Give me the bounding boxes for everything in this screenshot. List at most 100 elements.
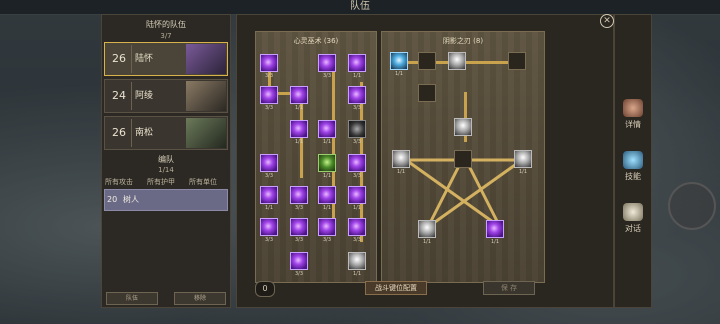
member-card-2[interactable]: 24 阿绫 [104,79,228,113]
skill-slot[interactable] [348,252,366,270]
member-name: 陆怀 [135,54,154,64]
team-title: 编队 [158,155,174,164]
skill-slot[interactable] [390,52,408,70]
skill-slot[interactable] [260,54,278,72]
skill-slot[interactable] [514,150,532,168]
tab-dialogue[interactable]: 对话 [619,203,647,234]
member-name: 阿绫 [135,91,154,101]
skill-count: 1/1 [294,139,304,145]
skill-slot[interactable] [260,218,278,236]
skill-count: 1/1 [422,239,432,245]
skill-slot[interactable] [318,120,336,138]
save-button[interactable]: 保 存 [483,281,535,295]
skill-slot[interactable] [348,186,366,204]
member-level: 26 [107,119,132,147]
skill-count: 1/1 [490,239,500,245]
portrait-icon [186,44,226,74]
skill-count: 3/3 [264,73,274,79]
side-tabs: 详情 技能 对话 [614,14,652,308]
party-title: 陆怀的队伍 [146,20,186,29]
skill-count: 3/3 [322,73,332,79]
skill-count: 1/1 [322,139,332,145]
skill-slot[interactable] [454,118,472,136]
skill-count: 1/1 [394,71,404,77]
tab-skills[interactable]: 技能 [619,151,647,182]
skill-slot[interactable] [290,186,308,204]
skill-slot[interactable] [290,218,308,236]
tab-details[interactable]: 详情 [619,99,647,130]
skill-slot[interactable] [348,120,366,138]
skill-panel: 心灵巫术 (36) 3/3 3/3 1/1 3/3 1/1 3/3 1/1 1/1 3/3 3/3… [236,14,614,308]
book-icon [623,151,643,169]
skill-slot[interactable] [508,52,526,70]
party-count: 3/7 [160,32,172,40]
skill-slot[interactable] [290,252,308,270]
skill-slot[interactable] [486,220,504,238]
member-card-3[interactable]: 26 南松 [104,116,228,150]
member-level: 26 [107,45,132,73]
fist-icon [623,99,643,117]
skill-count: 1/1 [352,205,362,211]
portrait-icon [186,81,226,111]
tab-label: 详情 [625,120,641,129]
unit-row[interactable]: 20 树人 [104,189,228,211]
skill-count: 3/3 [352,139,362,145]
filter-unit[interactable]: 所有单位 [189,177,217,187]
skill-slot[interactable] [348,86,366,104]
skill-slot[interactable] [418,52,436,70]
skill-count: 1/1 [352,73,362,79]
skill-count: 3/3 [352,173,362,179]
skill-count: 3/3 [352,105,362,111]
skill-count: 1/1 [294,105,304,111]
skill-slot[interactable] [448,52,466,70]
skill-slot[interactable] [418,220,436,238]
skill-slot[interactable] [260,86,278,104]
party-panel: 陆怀的队伍 3/7 26 陆怀 24 阿绫 26 南松 编队 1/14 所有攻击… [101,14,231,308]
skill-slot[interactable] [392,150,410,168]
skill-slot[interactable] [318,186,336,204]
skill-count: 1/1 [322,173,332,179]
window-title: 队伍 [0,0,720,15]
points-counter: 0 [255,281,275,297]
tab-label: 技能 [625,172,641,181]
portrait-icon [186,118,226,148]
tab-label: 对话 [625,224,641,233]
remove-button[interactable]: 移除 [174,292,226,305]
skill-count: 3/3 [294,237,304,243]
skill-slot[interactable] [318,218,336,236]
close-button[interactable]: ✕ [600,14,614,28]
skill-count: 3/3 [264,237,274,243]
speech-icon [623,203,643,221]
skill-count: 3/3 [322,237,332,243]
skill-slot[interactable] [318,54,336,72]
skill-slot[interactable] [290,120,308,138]
skill-count: 1/1 [322,205,332,211]
skill-count: 3/3 [264,105,274,111]
unit-name: 树人 [123,195,139,204]
skill-slot[interactable] [260,154,278,172]
skill-count: 3/3 [352,237,362,243]
skill-slot[interactable] [454,150,472,168]
skill-slot[interactable] [290,86,308,104]
skill-slot[interactable] [318,154,336,172]
skill-slot[interactable] [418,84,436,102]
skill-slot[interactable] [260,186,278,204]
tree-psychic: 心灵巫术 (36) 3/3 3/3 1/1 3/3 1/1 3/3 1/1 1/1 3/3 3/3… [255,31,377,283]
skill-slot[interactable] [348,218,366,236]
member-card-1[interactable]: 26 陆怀 [104,42,228,76]
skill-slot[interactable] [348,54,366,72]
joystick-button[interactable] [668,182,716,230]
filter-armor[interactable]: 所有护甲 [147,177,175,187]
skill-count: 3/3 [294,271,304,277]
team-count: 1/14 [158,166,174,174]
skill-count: 1/1 [352,271,362,277]
member-name: 南松 [135,128,154,138]
member-level: 24 [107,82,132,110]
unit-level: 20 [107,195,118,204]
skill-count: 1/1 [264,205,274,211]
keybind-button[interactable]: 战斗键位配置 [365,281,427,295]
filter-attack[interactable]: 所有攻击 [105,177,133,187]
skill-count: 3/3 [264,173,274,179]
skill-slot[interactable] [348,154,366,172]
party-button[interactable]: 队伍 [106,292,158,305]
